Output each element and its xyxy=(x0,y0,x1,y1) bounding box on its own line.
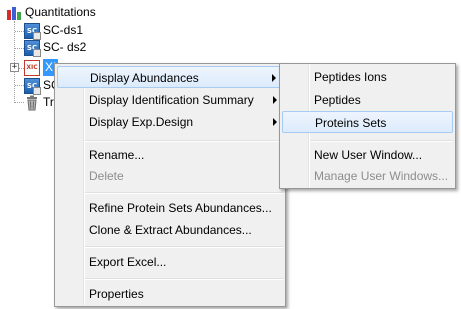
menu-item-label: Properties xyxy=(89,287,144,301)
menu-item-delete: Delete xyxy=(57,165,283,187)
menu-item-label: Display Abundances xyxy=(90,71,199,85)
spectral-count-icon: SC xyxy=(24,22,41,40)
submenu-item-new-user-window[interactable]: New User Window... xyxy=(282,144,453,166)
spectral-count-icon: SC xyxy=(24,39,41,57)
menu-item-label: Peptides Ions xyxy=(314,70,387,84)
menu-item-label: Proteins Sets xyxy=(315,116,387,130)
menu-item-properties[interactable]: Properties xyxy=(57,283,283,305)
menu-item-label: Display Exp.Design xyxy=(89,115,194,129)
menu-item-refine-protein-sets-abundances[interactable]: Refine Protein Sets Abundances... xyxy=(57,197,283,219)
submenu-item-proteins-sets[interactable]: Proteins Sets xyxy=(282,111,453,133)
menu-item-label: Clone & Extract Abundances... xyxy=(89,223,252,237)
tree-root-label: Quantitations xyxy=(25,5,96,19)
submenu-arrow-icon xyxy=(273,96,277,104)
menu-item-label: Export Excel... xyxy=(89,255,167,269)
tree-root[interactable]: Quantitations xyxy=(6,4,96,21)
tree-item[interactable]: SC SC-ds1 xyxy=(24,22,84,40)
menu-item-display-identification-summary[interactable]: Display Identification Summary xyxy=(57,89,283,111)
tree-connector xyxy=(15,48,24,49)
submenu-arrow-icon xyxy=(273,118,277,126)
xic-icon: XIC xyxy=(24,59,40,76)
submenu-item-peptides-ions[interactable]: Peptides Ions xyxy=(282,66,453,88)
menu-item-export-excel[interactable]: Export Excel... xyxy=(57,251,283,273)
tree-item-label: SC-ds1 xyxy=(43,23,84,37)
menu-separator xyxy=(85,140,283,142)
menu-item-label: Peptides xyxy=(314,93,361,107)
tree-item[interactable]: Tr xyxy=(24,94,54,111)
menu-separator xyxy=(310,140,453,142)
quantitation-folder-icon xyxy=(6,5,22,21)
tree-connector xyxy=(15,102,24,103)
menu-separator xyxy=(85,246,283,248)
expand-toggle[interactable]: + xyxy=(10,63,19,72)
tree-connector xyxy=(15,31,24,32)
menu-separator xyxy=(85,278,283,280)
submenu-item-peptides[interactable]: Peptides xyxy=(282,89,453,111)
tree-item-label: Tr xyxy=(43,95,54,109)
trash-icon xyxy=(24,95,40,111)
menu-item-label: Rename... xyxy=(89,148,145,162)
menu-item-label: Delete xyxy=(89,169,124,183)
menu-item-clone-extract-abundances[interactable]: Clone & Extract Abundances... xyxy=(57,219,283,241)
menu-item-display-exp-design[interactable]: Display Exp.Design xyxy=(57,111,283,133)
submenu-arrow-icon xyxy=(272,74,276,82)
submenu-item-manage-user-windows: Manage User Windows... xyxy=(282,165,453,187)
tree-connector xyxy=(15,85,24,86)
context-menu: Display Abundances Display Identificatio… xyxy=(54,63,286,307)
menu-item-label: Refine Protein Sets Abundances... xyxy=(89,201,272,215)
spectral-count-icon: SC xyxy=(24,77,41,95)
menu-item-label: Display Identification Summary xyxy=(89,93,254,107)
menu-item-display-abundances[interactable]: Display Abundances xyxy=(57,66,283,88)
menu-item-label: New User Window... xyxy=(314,148,423,162)
tree-item[interactable]: SC SC- ds2 xyxy=(24,39,87,57)
menu-item-label: Manage User Windows... xyxy=(314,169,449,183)
menu-item-rename[interactable]: Rename... xyxy=(57,144,283,166)
menu-separator xyxy=(85,192,283,194)
display-abundances-submenu: Peptides Ions Peptides Proteins Sets New… xyxy=(279,63,456,189)
tree-item-label: SC- ds2 xyxy=(43,40,87,54)
